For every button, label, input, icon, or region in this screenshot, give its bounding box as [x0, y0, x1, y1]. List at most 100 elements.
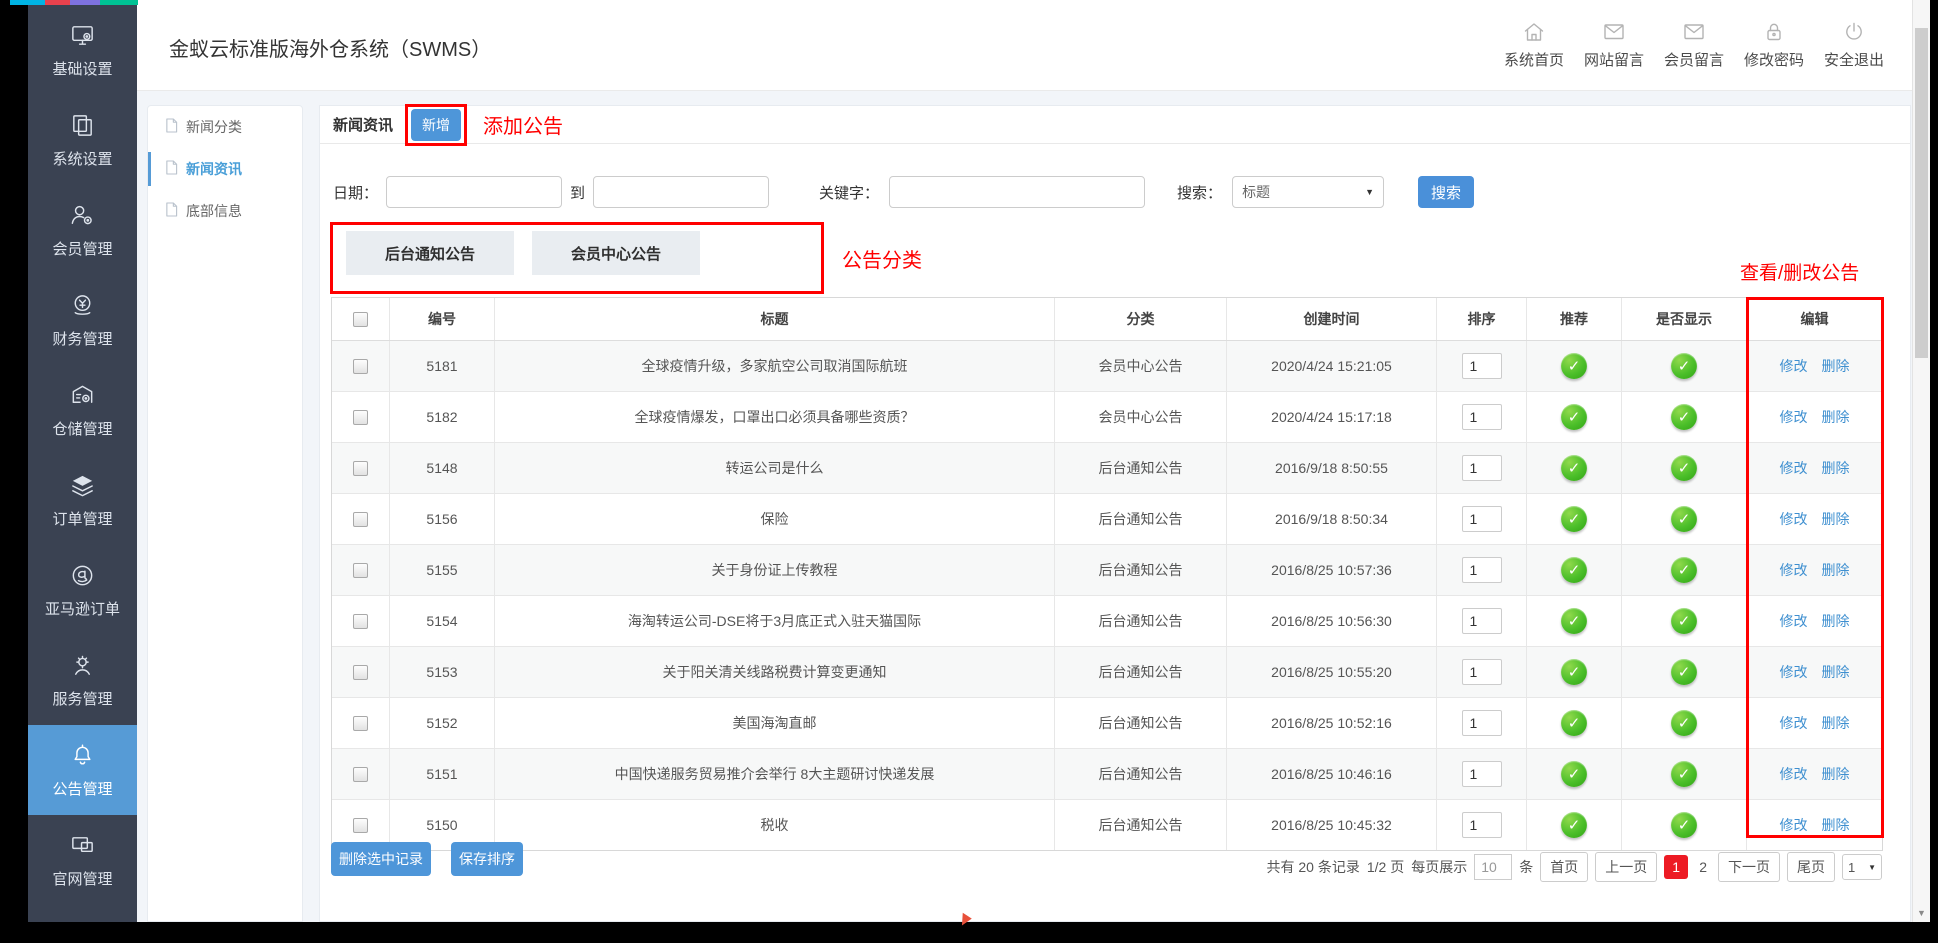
recommended-check-icon[interactable]: [1561, 455, 1587, 481]
category-backend-button[interactable]: 后台通知公告: [346, 231, 514, 275]
save-sort-button[interactable]: 保存排序: [451, 842, 523, 876]
row-checkbox[interactable]: [353, 563, 368, 578]
search-field-select[interactable]: 标题 ▼: [1232, 176, 1384, 208]
date-from-input[interactable]: [386, 176, 562, 208]
keyword-input[interactable]: [889, 176, 1145, 208]
visible-check-icon[interactable]: [1671, 761, 1697, 787]
visible-check-icon[interactable]: [1671, 455, 1697, 481]
row-checkbox[interactable]: [353, 818, 368, 833]
row-checkbox[interactable]: [353, 716, 368, 731]
sidebar-item-finance[interactable]: 财务管理: [28, 275, 137, 365]
delete-link[interactable]: 删除: [1822, 611, 1850, 631]
sort-input[interactable]: [1462, 557, 1502, 583]
row-checkbox[interactable]: [353, 767, 368, 782]
delete-link[interactable]: 删除: [1822, 458, 1850, 478]
row-checkbox[interactable]: [353, 461, 368, 476]
recommended-check-icon[interactable]: [1561, 557, 1587, 583]
topnav-member-messages[interactable]: 会员留言: [1658, 18, 1730, 70]
category-member-button[interactable]: 会员中心公告: [532, 231, 700, 275]
recommended-check-icon[interactable]: [1561, 710, 1587, 736]
visible-check-icon[interactable]: [1671, 710, 1697, 736]
recommended-check-icon[interactable]: [1561, 659, 1587, 685]
per-page-input[interactable]: [1474, 854, 1512, 880]
recommended-check-icon[interactable]: [1561, 812, 1587, 838]
modify-link[interactable]: 修改: [1780, 560, 1808, 580]
recommended-check-icon[interactable]: [1561, 353, 1587, 379]
delete-link[interactable]: 删除: [1822, 407, 1850, 427]
first-page-button[interactable]: 首页: [1540, 852, 1588, 882]
visible-check-icon[interactable]: [1671, 608, 1697, 634]
page-jump-select[interactable]: 1 ▼: [1842, 854, 1882, 880]
topnav-home[interactable]: 系统首页: [1498, 18, 1570, 70]
search-button[interactable]: 搜索: [1418, 176, 1474, 208]
sort-input[interactable]: [1462, 659, 1502, 685]
sort-input[interactable]: [1462, 608, 1502, 634]
modify-link[interactable]: 修改: [1780, 356, 1808, 376]
sidebar-item-base-settings[interactable]: 基础设置: [28, 5, 137, 95]
row-checkbox[interactable]: [353, 665, 368, 680]
submenu-item-footer-info[interactable]: 底部信息: [148, 190, 302, 232]
visible-check-icon[interactable]: [1671, 812, 1697, 838]
sidebar-item-website[interactable]: 官网管理: [28, 815, 137, 905]
sidebar-item-member[interactable]: 会员管理: [28, 185, 137, 275]
submenu-item-news[interactable]: 新闻资讯: [148, 148, 302, 190]
sidebar-item-amazon-orders[interactable]: 亚马逊订单: [28, 545, 137, 635]
delete-selected-button[interactable]: 删除选中记录: [331, 842, 431, 876]
sort-input[interactable]: [1462, 761, 1502, 787]
delete-link[interactable]: 删除: [1822, 815, 1850, 835]
scrollbar-down-arrow[interactable]: ▼: [1913, 908, 1930, 918]
delete-link[interactable]: 删除: [1822, 509, 1850, 529]
sort-input[interactable]: [1462, 506, 1502, 532]
sidebar-item-announcements[interactable]: 公告管理: [28, 725, 137, 815]
delete-link[interactable]: 删除: [1822, 764, 1850, 784]
delete-link[interactable]: 删除: [1822, 662, 1850, 682]
row-checkbox[interactable]: [353, 410, 368, 425]
row-checkbox[interactable]: [353, 614, 368, 629]
add-button[interactable]: 新增: [411, 109, 461, 141]
page-2-link[interactable]: 2: [1695, 859, 1711, 875]
sort-input[interactable]: [1462, 710, 1502, 736]
row-checkbox[interactable]: [353, 512, 368, 527]
visible-check-icon[interactable]: [1671, 404, 1697, 430]
next-page-button[interactable]: 下一页: [1718, 852, 1780, 882]
scrollbar[interactable]: ▼: [1912, 0, 1930, 922]
visible-check-icon[interactable]: [1671, 557, 1697, 583]
last-page-button[interactable]: 尾页: [1787, 852, 1835, 882]
modify-link[interactable]: 修改: [1780, 407, 1808, 427]
recommended-check-icon[interactable]: [1561, 608, 1587, 634]
row-checkbox[interactable]: [353, 359, 368, 374]
select-all-checkbox[interactable]: [353, 312, 368, 327]
delete-link[interactable]: 删除: [1822, 713, 1850, 733]
sort-input[interactable]: [1462, 455, 1502, 481]
recommended-check-icon[interactable]: [1561, 506, 1587, 532]
delete-link[interactable]: 删除: [1822, 356, 1850, 376]
modify-link[interactable]: 修改: [1780, 611, 1808, 631]
sidebar-item-system-settings[interactable]: 系统设置: [28, 95, 137, 185]
sidebar-item-warehouse[interactable]: 仓储管理: [28, 365, 137, 455]
delete-link[interactable]: 删除: [1822, 560, 1850, 580]
sort-input[interactable]: [1462, 404, 1502, 430]
modify-link[interactable]: 修改: [1780, 662, 1808, 682]
sidebar-item-service[interactable]: 服务管理: [28, 635, 137, 725]
sidebar-item-orders[interactable]: 订单管理: [28, 455, 137, 545]
visible-check-icon[interactable]: [1671, 659, 1697, 685]
topnav-site-messages[interactable]: 网站留言: [1578, 18, 1650, 70]
modify-link[interactable]: 修改: [1780, 509, 1808, 529]
scrollbar-thumb[interactable]: [1915, 28, 1928, 358]
recommended-check-icon[interactable]: [1561, 761, 1587, 787]
date-to-input[interactable]: [593, 176, 769, 208]
topnav-logout[interactable]: 安全退出: [1818, 18, 1890, 70]
modify-link[interactable]: 修改: [1780, 764, 1808, 784]
modify-link[interactable]: 修改: [1780, 458, 1808, 478]
submenu-item-news-category[interactable]: 新闻分类: [148, 106, 302, 148]
sort-input[interactable]: [1462, 353, 1502, 379]
sort-input[interactable]: [1462, 812, 1502, 838]
modify-link[interactable]: 修改: [1780, 815, 1808, 835]
current-page[interactable]: 1: [1664, 855, 1688, 879]
visible-check-icon[interactable]: [1671, 353, 1697, 379]
tab-news[interactable]: 新闻资讯: [333, 114, 393, 135]
recommended-check-icon[interactable]: [1561, 404, 1587, 430]
visible-check-icon[interactable]: [1671, 506, 1697, 532]
modify-link[interactable]: 修改: [1780, 713, 1808, 733]
prev-page-button[interactable]: 上一页: [1595, 852, 1657, 882]
